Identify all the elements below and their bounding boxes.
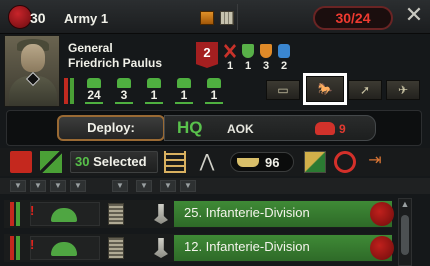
attack-skill-icon [224, 44, 236, 58]
support-icon [207, 78, 221, 88]
unit-toolbar: 30 Selected ⋀ 96 ⇥ [0, 148, 430, 176]
artillery-count: 3 [120, 88, 128, 102]
organization-bar [10, 202, 14, 226]
equipment-icon[interactable] [220, 11, 234, 25]
naval-order-button[interactable]: ✈ [386, 80, 420, 100]
template-icon[interactable] [108, 203, 124, 225]
header-divider [237, 4, 238, 30]
cavalry-count: 1 [180, 88, 188, 102]
selected-count: 30 [75, 154, 90, 169]
division-icon-box [30, 202, 100, 226]
railway-icon[interactable] [164, 151, 186, 173]
organization-bar [10, 236, 14, 260]
infantry-line [85, 102, 103, 104]
hq-name: AOK [227, 122, 254, 136]
motorized-line [145, 102, 163, 104]
transport-count: 96 [265, 155, 280, 170]
exit-icon[interactable]: ⇥ [364, 151, 386, 173]
deploy-button[interactable]: Deploy: [57, 115, 165, 141]
sort-arrow-icon[interactable]: ▼ [10, 180, 26, 192]
refresh-icon[interactable] [40, 151, 62, 173]
defend-order-button[interactable]: ▭ [266, 80, 300, 100]
sort-arrow-icon[interactable]: ▼ [30, 180, 46, 192]
scroll-up-icon[interactable]: ▲ [399, 199, 411, 211]
portrait-head [21, 44, 45, 72]
strength-bar [70, 78, 74, 104]
sort-row: ▼ ▼ ▼ ▼ ▼ ▼ ▼ ▼ [0, 178, 430, 194]
shovel-icon [154, 238, 168, 258]
division-name-bar: 25. Infanterie-Division [174, 201, 392, 227]
planning-skill-icon [260, 44, 272, 58]
general-level: 2 [203, 45, 211, 60]
warning-icon: ! [30, 203, 35, 218]
sort-arrow-icon[interactable]: ▼ [180, 180, 196, 192]
phone-icon [315, 122, 335, 135]
cavalry-icon [177, 78, 191, 88]
warning-icon: ! [30, 237, 35, 252]
army-panel: 30 Army 1 30/24 ✕ General Friedrich Paul… [0, 0, 430, 266]
planning-skill-value: 3 [262, 60, 270, 72]
deploy-bar: Deploy: HQ AOK 9 [6, 110, 422, 146]
division-count: 30/24 [313, 6, 393, 30]
sort-arrow-icon[interactable]: ▼ [136, 180, 152, 192]
cancel-icon[interactable] [334, 151, 356, 173]
attack-skill-value: 1 [226, 60, 234, 72]
template-icon[interactable] [108, 237, 124, 259]
army-level: 30 [30, 10, 46, 26]
division-name: 25. Infanterie-Division [184, 205, 310, 220]
scroll-thumb[interactable] [401, 215, 409, 255]
general-portrait[interactable] [4, 35, 60, 107]
up-arrow-icon[interactable]: ⋀ [196, 151, 218, 173]
motorized-count: 1 [150, 88, 158, 102]
infantry-icon [87, 78, 101, 88]
transport-indicator[interactable]: 96 [230, 152, 294, 172]
army-header: 30 Army 1 30/24 ✕ [0, 0, 430, 34]
artillery-line [115, 102, 133, 104]
level-badge-icon [8, 5, 32, 29]
strength-bar [16, 202, 20, 226]
delete-icon[interactable] [10, 151, 32, 173]
hq-label: HQ [177, 118, 203, 137]
attack-order-button[interactable]: ➚ [348, 80, 382, 100]
close-button[interactable]: ✕ [402, 4, 426, 28]
sort-arrow-icon[interactable]: ▼ [160, 180, 176, 192]
hq-assignment[interactable]: HQ AOK 9 [164, 115, 376, 141]
motorized-icon [147, 78, 161, 88]
defense-skill-icon [242, 44, 254, 58]
seal-icon [370, 202, 394, 226]
infantry-count: 24 [87, 88, 101, 102]
cavalry-line [175, 102, 193, 104]
support-count: 1 [210, 88, 218, 102]
hold-order-button[interactable]: 🐎 [303, 73, 347, 105]
shovel-icon [154, 204, 168, 224]
organization-bar [64, 78, 68, 104]
sort-arrow-icon[interactable]: ▼ [70, 180, 86, 192]
selected-counter[interactable]: 30 Selected [70, 151, 158, 173]
division-name-bar: 12. Infanterie-Division [174, 235, 392, 261]
supply-icon[interactable] [200, 11, 214, 25]
support-line [205, 102, 223, 104]
selected-label: Selected [93, 154, 147, 169]
seal-icon [370, 236, 394, 260]
general-name[interactable]: Friedrich Paulus [68, 56, 162, 70]
logistics-skill-icon [278, 44, 290, 58]
helmet-icon [51, 208, 77, 222]
general-rank: General [68, 41, 113, 55]
defense-skill-value: 1 [244, 60, 252, 72]
army-name[interactable]: Army 1 [64, 11, 108, 26]
division-icon-box [30, 236, 100, 260]
sort-arrow-icon[interactable]: ▼ [50, 180, 66, 192]
division-scrollbar[interactable]: ▲ [398, 198, 412, 266]
division-row[interactable]: ! 12. Infanterie-Division [4, 234, 394, 262]
artillery-icon [117, 78, 131, 88]
helmet-icon [51, 242, 77, 256]
logistics-skill-value: 2 [280, 60, 288, 72]
division-row[interactable]: ! 25. Infanterie-Division [4, 200, 394, 228]
ship-icon [237, 158, 259, 167]
sort-arrow-icon[interactable]: ▼ [112, 180, 128, 192]
division-name: 12. Infanterie-Division [184, 239, 310, 254]
strength-bar [16, 236, 20, 260]
flag-icon[interactable] [304, 151, 326, 173]
phone-count: 9 [339, 122, 346, 136]
